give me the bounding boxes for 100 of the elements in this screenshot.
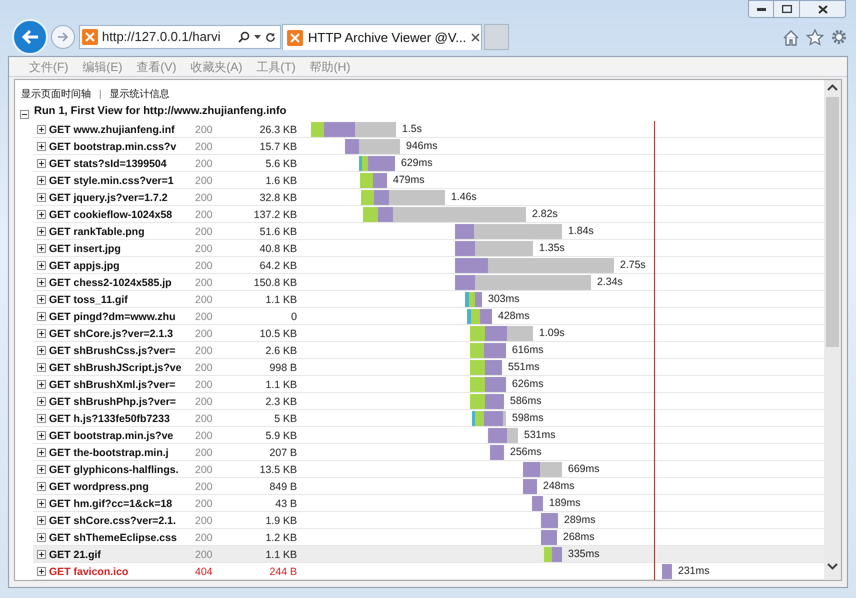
chevron-down-icon[interactable] <box>827 563 838 570</box>
duration-text: 2.82s <box>532 207 558 222</box>
request-row[interactable]: GET favicon.ico 404 244 B 231ms <box>33 563 824 580</box>
request-row[interactable]: GET cookieflow-1024x58 200 137.2 KB 2.82s <box>33 206 824 223</box>
request-row[interactable]: GET shBrushJScript.js?ve 200 998 B 551ms <box>33 359 824 376</box>
request-row[interactable]: GET 21.gif 200 1.1 KB 335ms <box>33 546 824 563</box>
request-row[interactable]: GET shCore.js?ver=2.1.3 200 10.5 KB 1.09s <box>33 325 824 342</box>
refresh-icon[interactable] <box>265 32 276 42</box>
expand-icon[interactable] <box>36 464 46 474</box>
expand-icon[interactable] <box>36 328 46 338</box>
request-row[interactable]: GET shBrushPhp.js?ver= 200 2.3 KB 586ms <box>33 393 824 410</box>
expand-icon[interactable] <box>36 176 46 184</box>
expand-icon[interactable] <box>36 312 46 320</box>
timing-bar <box>490 445 504 460</box>
expand-icon[interactable] <box>36 566 46 576</box>
timing-bar <box>470 343 506 358</box>
collapse-icon[interactable] <box>20 110 29 119</box>
search-icon[interactable] <box>238 31 250 43</box>
expand-icon[interactable] <box>36 396 46 406</box>
status-code: 200 <box>195 413 213 425</box>
request-row[interactable]: GET stats?sId=1399504 200 5.6 KB 629ms <box>33 155 824 172</box>
response-size: 0 <box>291 311 297 323</box>
forward-button[interactable] <box>51 25 75 49</box>
request-row[interactable]: GET appjs.jpg 200 64.2 KB 2.75s <box>33 257 824 274</box>
expand-icon[interactable] <box>36 192 46 202</box>
request-name: GET h.js?133fe50fb7233 <box>49 413 170 425</box>
statistics-link[interactable]: 显示统计信息 <box>110 86 170 102</box>
request-name: GET stats?sId=1399504 <box>49 158 167 170</box>
timing-bar <box>472 411 506 426</box>
expand-icon[interactable] <box>36 362 46 372</box>
duration-text: 946ms <box>406 139 438 154</box>
close-button[interactable] <box>800 0 846 18</box>
request-name: GET shBrushJScript.js?ve <box>49 362 182 374</box>
duration-text: 2.34s <box>597 275 623 290</box>
request-row[interactable]: GET chess2-1024x585.jp 200 150.8 KB 2.34s <box>33 274 824 291</box>
response-size: 10.5 KB <box>260 328 297 340</box>
expand-icon[interactable] <box>36 244 46 252</box>
expand-icon[interactable] <box>36 516 46 524</box>
duration-text: 531ms <box>524 428 556 443</box>
expand-icon[interactable] <box>36 278 46 286</box>
scrollbar-thumb[interactable] <box>826 97 839 347</box>
caret-icon[interactable] <box>254 35 261 39</box>
status-code: 200 <box>195 362 213 374</box>
expand-icon[interactable] <box>36 448 46 456</box>
tab-title: HTTP Archive Viewer @V... <box>308 28 466 47</box>
expand-icon[interactable] <box>36 294 46 304</box>
duration-text: 303ms <box>488 292 520 307</box>
expand-icon[interactable] <box>36 430 46 440</box>
address-field[interactable]: http://127.0.0.1/harvi <box>79 25 281 49</box>
request-row[interactable]: GET www.zhujianfeng.inf 200 26.3 KB 1.5s <box>33 121 824 138</box>
request-row[interactable]: GET shBrushCss.js?ver= 200 2.6 KB 616ms <box>33 342 824 359</box>
request-row[interactable]: GET h.js?133fe50fb7233 200 5 KB 598ms <box>33 410 824 427</box>
expand-icon[interactable] <box>36 498 46 508</box>
browser-tab[interactable]: HTTP Archive Viewer @V... <box>282 24 482 50</box>
request-row[interactable]: GET hm.gif?cc=1&ck=18 200 43 B 189ms <box>33 495 824 512</box>
home-icon[interactable] <box>782 28 800 46</box>
expand-icon[interactable] <box>36 226 46 236</box>
duration-text: 335ms <box>568 547 600 562</box>
expand-icon[interactable] <box>36 142 46 150</box>
request-row[interactable]: GET pingd?dm=www.zhu 200 0 428ms <box>33 308 824 325</box>
response-size: 2.3 KB <box>265 396 297 408</box>
settings-icon[interactable] <box>830 28 848 46</box>
expand-icon[interactable] <box>36 532 46 542</box>
star-icon[interactable] <box>806 28 824 46</box>
request-row[interactable]: GET insert.jpg 200 40.8 KB 1.35s <box>33 240 824 257</box>
request-row[interactable]: GET jquery.js?ver=1.7.2 200 32.8 KB 1.46s <box>33 189 824 206</box>
expand-icon[interactable] <box>36 380 46 388</box>
timeline-link[interactable]: 显示页面时间轴 <box>21 86 91 102</box>
expand-icon[interactable] <box>36 414 46 422</box>
response-size: 13.5 KB <box>260 464 297 476</box>
expand-icon[interactable] <box>36 210 46 218</box>
request-name: GET shBrushPhp.js?ver= <box>49 396 176 408</box>
expand-icon[interactable] <box>36 346 46 354</box>
minimize-button[interactable] <box>748 0 774 18</box>
request-row[interactable]: GET bootstrap.min.js?ve 200 5.9 KB 531ms <box>33 427 824 444</box>
expand-icon[interactable] <box>36 260 46 270</box>
expand-icon[interactable] <box>36 550 46 558</box>
request-row[interactable]: GET wordpress.png 200 849 B 248ms <box>33 478 824 495</box>
request-name: GET shBrushCss.js?ver= <box>49 345 176 357</box>
request-row[interactable]: GET the-bootstrap.min.j 200 207 B 256ms <box>33 444 824 461</box>
expand-icon[interactable] <box>36 124 46 134</box>
close-icon[interactable] <box>471 33 480 42</box>
request-row[interactable]: GET toss_11.gif 200 1.1 KB 303ms <box>33 291 824 308</box>
expand-icon[interactable] <box>36 482 46 490</box>
request-row[interactable]: GET shCore.css?ver=2.1. 200 1.9 KB 289ms <box>33 512 824 529</box>
status-code: 200 <box>195 294 213 306</box>
request-row[interactable]: GET shThemeEclipse.css 200 1.2 KB 268ms <box>33 529 824 546</box>
chevron-up-icon[interactable] <box>827 84 838 91</box>
request-row[interactable]: GET bootstrap.min.css?v 200 15.7 KB 946ms <box>33 138 824 155</box>
request-row[interactable]: GET shBrushXml.js?ver= 200 1.1 KB 626ms <box>33 376 824 393</box>
status-code: 200 <box>195 549 213 561</box>
request-name: GET toss_11.gif <box>49 294 128 306</box>
request-row[interactable]: GET glyphicons-halflings. 200 13.5 KB 669ms <box>33 461 824 478</box>
request-row[interactable]: GET style.min.css?ver=1 200 1.6 KB 479ms <box>33 172 824 189</box>
back-button[interactable] <box>12 19 48 55</box>
scrollbar-track[interactable] <box>824 80 841 580</box>
request-row[interactable]: GET rankTable.png 200 51.6 KB 1.84s <box>33 223 824 240</box>
expand-icon[interactable] <box>36 158 46 168</box>
run-title[interactable]: Run 1, First View for http://www.zhujianfeng.info <box>34 102 286 119</box>
maximize-button[interactable] <box>774 0 800 18</box>
